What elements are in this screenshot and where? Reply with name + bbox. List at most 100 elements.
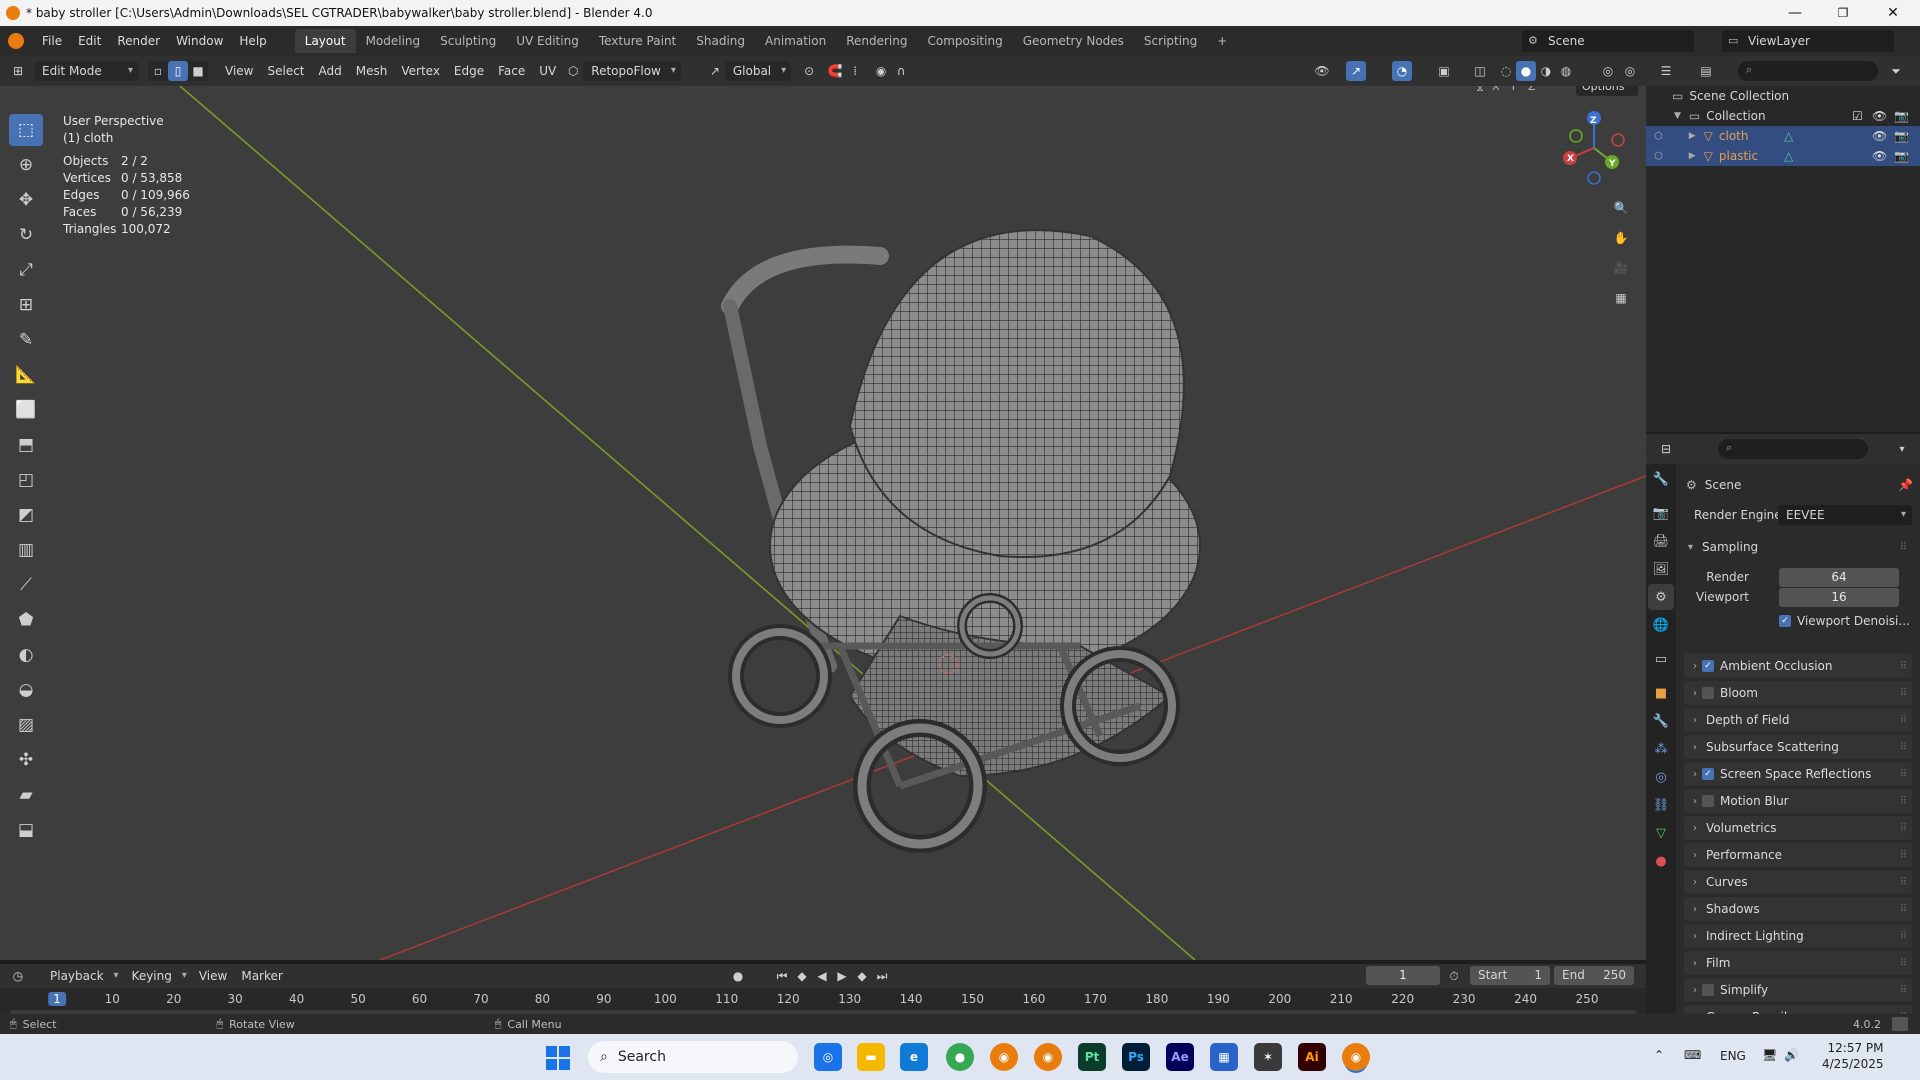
zbrush-icon[interactable]: ✶	[1254, 1043, 1282, 1071]
snap-icon[interactable]: 🧲	[825, 61, 845, 81]
expand-arrow-icon[interactable]: ▶	[1689, 131, 1696, 141]
edge-select-icon[interactable]: ▯	[168, 61, 188, 81]
solid-shading-icon[interactable]: ●	[1516, 61, 1536, 81]
chevron-down-icon[interactable]: ▾	[1892, 439, 1912, 459]
edge-slide-tool[interactable]: ▨	[9, 709, 43, 741]
network-icon[interactable]: 🖥	[1762, 1048, 1777, 1062]
properties-search-input[interactable]: ⌕	[1718, 439, 1868, 459]
viewport-denoise-checkbox[interactable]: ✓ Viewport Denoisi...	[1779, 614, 1910, 628]
scene-tab-icon[interactable]: ⚙	[1648, 584, 1674, 610]
modifier-tab-icon[interactable]: 🔧	[1648, 708, 1674, 734]
panel-indirect-lighting[interactable]: › Indirect Lighting ⠿	[1684, 924, 1912, 948]
record-icon[interactable]: ●	[728, 966, 748, 986]
panel-depth-of-field[interactable]: › Depth of Field ⠿	[1684, 708, 1912, 732]
transform-orientation-dropdown[interactable]: Global	[724, 61, 792, 81]
tab-uv-editing[interactable]: UV Editing	[506, 29, 589, 53]
mirror-icon[interactable]: ⧖	[1470, 86, 1490, 98]
extrude-tool[interactable]: ⬒	[9, 429, 43, 461]
drag-handle-icon[interactable]: ⠿	[1900, 542, 1907, 553]
timeline-editor-type-icon[interactable]: ◷	[8, 966, 28, 986]
drag-handle-icon[interactable]: ⠿	[1900, 796, 1907, 807]
menu-select[interactable]: Select	[260, 60, 311, 82]
world-tab-icon[interactable]: 🌐	[1648, 612, 1674, 638]
volume-icon[interactable]: 🔊	[1784, 1048, 1799, 1062]
smooth-tool[interactable]: ◒	[9, 674, 43, 706]
panel-grease-pencil[interactable]: ›Grease Pencil⠿	[1684, 1005, 1912, 1014]
axis-z-toggle[interactable]: Z	[1528, 86, 1536, 93]
proportional-edit-icon[interactable]: ◉	[871, 61, 891, 81]
timeline-frames[interactable]: 1 10 20 30 40 50 60 70 80 90 100 110 120 130 140 150 160…	[0, 988, 1646, 1014]
taskbar-clock[interactable]: 12:57 PM 4/25/2025	[1822, 1040, 1884, 1072]
render-camera-icon[interactable]: 📷	[1894, 109, 1909, 123]
menu-file[interactable]: File	[34, 30, 70, 52]
minimize-button[interactable]: —	[1772, 0, 1818, 26]
wireframe-shading-icon[interactable]: ◌	[1496, 61, 1516, 81]
menu-vertex[interactable]: Vertex	[394, 60, 447, 82]
edge-browser-icon[interactable]: e	[900, 1043, 928, 1071]
chrome-browser-icon[interactable]: ●	[946, 1043, 974, 1071]
data-tab-icon[interactable]: ▽	[1648, 820, 1674, 846]
menu-edge[interactable]: Edge	[447, 60, 491, 82]
material-tab-icon[interactable]: ●	[1648, 848, 1674, 874]
menu-render[interactable]: Render	[109, 30, 168, 52]
exclude-checkbox[interactable]: ☑	[1852, 109, 1863, 123]
sampling-panel-header[interactable]: ▾ Sampling ⠿	[1684, 536, 1912, 558]
inset-tool[interactable]: ◰	[9, 464, 43, 496]
retopoflow-menu[interactable]: RetopoFlow	[583, 61, 681, 81]
clock-icon[interactable]: ⏱	[1444, 966, 1464, 986]
shrink-fatten-tool[interactable]: ✣	[9, 744, 43, 776]
keyboard-icon[interactable]: ⌨	[1684, 1048, 1701, 1062]
zoom-icon[interactable]: 🔍	[1611, 198, 1631, 218]
constraints-tab-icon[interactable]: ⛓	[1648, 792, 1674, 818]
view-layer-tab-icon[interactable]: 🖼	[1648, 556, 1674, 582]
drag-handle-icon[interactable]: ⠿	[1900, 958, 1907, 969]
physics-tab-icon[interactable]: ◎	[1648, 764, 1674, 790]
panel-enable-checkbox[interactable]: ✓	[1702, 768, 1714, 780]
add-cube-tool[interactable]: ⬜	[9, 394, 43, 426]
illustrator-icon[interactable]: Ai	[1298, 1043, 1326, 1071]
play-icon[interactable]: ▶	[832, 966, 852, 986]
vertex-select-icon[interactable]: ▫	[148, 61, 168, 81]
menu-edit[interactable]: Edit	[70, 30, 109, 52]
expand-arrow-icon[interactable]: ▶	[1689, 151, 1696, 161]
outliner-search-input[interactable]: ⌕	[1738, 61, 1878, 81]
object-tab-icon[interactable]: ■	[1648, 680, 1674, 706]
pivot-point-icon[interactable]: ⊙	[799, 61, 819, 81]
menu-face[interactable]: Face	[491, 60, 532, 82]
falloff-icon[interactable]: ∩	[891, 61, 911, 81]
bevel-tool[interactable]: ◩	[9, 499, 43, 531]
transform-tool[interactable]: ⊞	[9, 289, 43, 321]
panel-enable-checkbox[interactable]	[1702, 687, 1714, 699]
blender-taskbar-icon[interactable]: ◉	[990, 1043, 1018, 1071]
chevron-up-icon[interactable]: ⌃	[1654, 1048, 1664, 1062]
view-layer-selector[interactable]: ▭ ViewLayer	[1722, 30, 1894, 52]
select-box-tool[interactable]: ⬚	[9, 114, 43, 146]
panel-bloom[interactable]: › Bloom ⠿	[1684, 681, 1912, 705]
options-dropdown[interactable]: Options	[1576, 86, 1639, 96]
poly-build-tool[interactable]: ⬟	[9, 604, 43, 636]
tab-sculpting[interactable]: Sculpting	[430, 29, 506, 53]
render-camera-icon[interactable]: 📷	[1894, 129, 1909, 143]
drag-handle-icon[interactable]: ⠿	[1900, 931, 1907, 942]
drag-handle-icon[interactable]: ⠿	[1900, 661, 1907, 672]
file-explorer-icon[interactable]: ▬	[857, 1043, 885, 1071]
panel-enable-checkbox[interactable]	[1702, 795, 1714, 807]
add-workspace-button[interactable]: +	[1207, 29, 1237, 53]
render-camera-icon[interactable]: 📷	[1894, 149, 1909, 163]
drag-handle-icon[interactable]: ⠿	[1900, 823, 1907, 834]
tab-texture-paint[interactable]: Texture Paint	[589, 29, 686, 53]
taskbar-app-icon[interactable]: ◎	[814, 1043, 842, 1071]
prev-keyframe-icon[interactable]: ◆	[792, 966, 812, 986]
drag-handle-icon[interactable]: ⠿	[1900, 985, 1907, 996]
visibility-eye-icon[interactable]: 👁	[1872, 149, 1887, 163]
taskbar-search[interactable]: ⌕ Search	[588, 1041, 798, 1073]
drag-handle-icon[interactable]: ⠿	[1900, 769, 1907, 780]
panel-volumetrics[interactable]: › Volumetrics ⠿	[1684, 816, 1912, 840]
panel-enable-checkbox[interactable]: ✓	[1702, 660, 1714, 672]
rotate-tool[interactable]: ↻	[9, 219, 43, 251]
material-shading-icon[interactable]: ◑	[1536, 61, 1556, 81]
panel-screen-space-reflections[interactable]: › ✓ Screen Space Reflections ⠿	[1684, 762, 1912, 786]
language-indicator[interactable]: ENG	[1720, 1049, 1746, 1063]
particles-tab-icon[interactable]: ⁂	[1648, 736, 1674, 762]
jump-start-icon[interactable]: ⏮	[772, 966, 792, 986]
